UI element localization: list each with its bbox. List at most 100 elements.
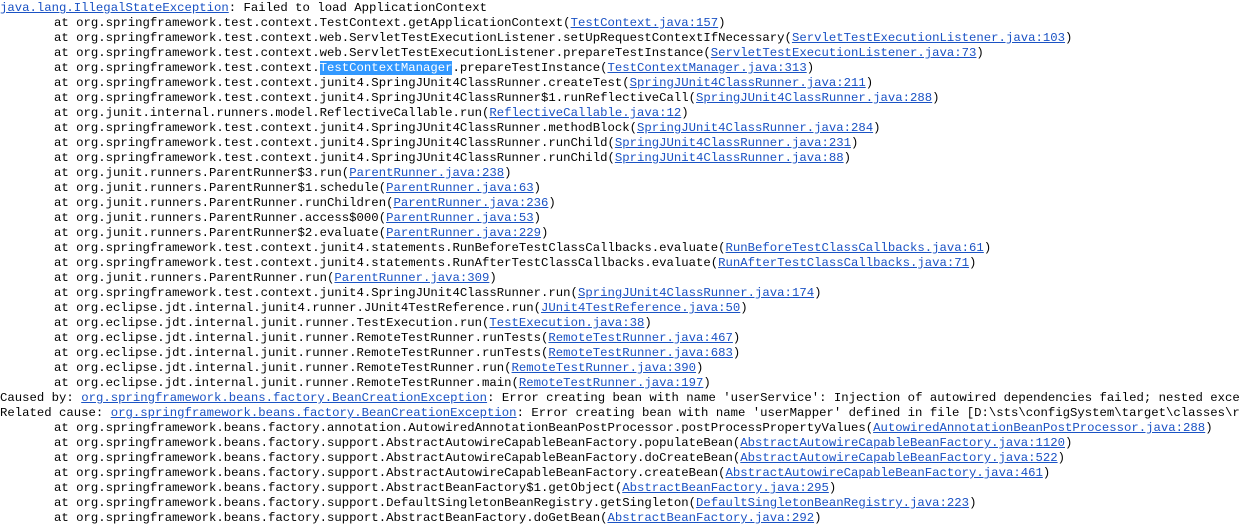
selected-text: TestContextManager [319,61,453,75]
source-link[interactable]: AbstractAutowireCapableBeanFactory.java:… [726,466,1043,480]
console-text: at org.eclipse.jdt.internal.junit.runner… [54,331,549,345]
console-text: ) [873,121,881,135]
source-link[interactable]: ServletTestExecutionListener.java:103 [792,31,1065,45]
console-line: at org.junit.runners.ParentRunner$2.eval… [0,226,1240,241]
console-text: at org.springframework.beans.factory.sup… [54,451,741,465]
source-link[interactable]: AbstractAutowireCapableBeanFactory.java:… [740,451,1057,465]
console-output[interactable]: java.lang.IllegalStateException: Failed … [0,1,1240,526]
source-link[interactable]: org.springframework.beans.factory.BeanCr… [111,406,517,420]
source-link[interactable]: ParentRunner.java:309 [334,271,489,285]
console-text: : Failed to load ApplicationContext [228,1,488,15]
console-line: java.lang.IllegalStateException: Failed … [0,1,1240,16]
console-line: at org.springframework.beans.factory.sup… [0,466,1240,481]
console-text: ) [806,61,815,75]
console-text: at org.junit.runners.ParentRunner.run( [54,271,335,285]
console-text: ) [814,286,822,300]
console-text: : Error creating bean with name 'userMap… [516,406,1240,420]
console-text: .prepareTestInstance( [452,61,608,75]
source-link[interactable]: AbstractAutowireCapableBeanFactory.java:… [740,436,1065,450]
console-text: at org.springframework.test.context.juni… [54,256,719,270]
console-text: ) [644,316,652,330]
console-text: at org.springframework.test.context.web.… [54,46,711,60]
console-text: at org.springframework.beans.factory.ann… [54,421,874,435]
console-line: at org.springframework.beans.factory.sup… [0,481,1240,496]
console-text: ) [976,46,984,60]
source-link[interactable]: RunAfterTestClassCallbacks.java:71 [718,256,969,270]
console-text: ) [533,211,542,225]
source-link[interactable]: TestContextManager.java:313 [607,61,806,75]
console-text: ) [489,271,497,285]
source-link[interactable]: SpringJUnit4ClassRunner.java:284 [637,121,873,135]
source-link[interactable]: TestExecution.java:38 [489,316,644,330]
source-link[interactable]: DefaultSingletonBeanRegistry.java:223 [696,496,969,510]
console-text: ) [865,76,874,90]
console-line: at org.springframework.test.context.web.… [0,46,1240,61]
source-link[interactable]: ReflectiveCallable.java:12 [489,106,681,120]
source-link[interactable]: RunBeforeTestClassCallbacks.java:61 [726,241,984,255]
source-link[interactable]: ParentRunner.java:53 [386,211,534,225]
console-text: ) [504,166,512,180]
console-line: at org.springframework.test.context.Test… [0,61,1240,76]
console-text: ) [732,331,741,345]
console-line: at org.eclipse.jdt.internal.junit.runner… [0,316,1240,331]
source-link[interactable]: RemoteTestRunner.java:197 [519,376,703,390]
console-line: at org.eclipse.jdt.internal.junit.runner… [0,331,1240,346]
console-text: at org.springframework.test.context.juni… [54,151,615,165]
source-link[interactable]: SpringJUnit4ClassRunner.java:211 [630,76,866,90]
console-line: at org.eclipse.jdt.internal.junit.runner… [0,376,1240,391]
source-link[interactable]: ServletTestExecutionListener.java:73 [711,46,977,60]
console-text: ) [548,196,556,210]
source-link[interactable]: AutowiredAnnotationBeanPostProcessor.jav… [873,421,1205,435]
source-link[interactable]: SpringJUnit4ClassRunner.java:174 [578,286,814,300]
console-text: ) [932,91,940,105]
console-text: ) [696,361,704,375]
source-link[interactable]: org.springframework.beans.factory.BeanCr… [81,391,487,405]
console-line: at org.eclipse.jdt.internal.junit.runner… [0,361,1240,376]
source-link[interactable]: RemoteTestRunner.java:683 [548,346,732,360]
source-link[interactable]: RemoteTestRunner.java:467 [548,331,732,345]
source-link[interactable]: java.lang.IllegalStateException [0,1,229,15]
console-text: ) [1205,421,1213,435]
source-link[interactable]: ParentRunner.java:236 [393,196,548,210]
console-text: ) [732,346,741,360]
console-text: at org.junit.runners.ParentRunner.access… [54,211,387,225]
source-link[interactable]: ParentRunner.java:63 [386,181,534,195]
console-text: at org.springframework.test.context.juni… [54,241,726,255]
console-line: at org.junit.runners.ParentRunner.access… [0,211,1240,226]
console-text: ) [969,496,977,510]
console-line: at org.springframework.test.context.juni… [0,136,1240,151]
console-line: at org.junit.runners.ParentRunner.run(Pa… [0,271,1240,286]
console-line: at org.springframework.test.context.juni… [0,286,1240,301]
console-text: at org.junit.runners.ParentRunner$1.sche… [54,181,387,195]
console-text: at org.eclipse.jdt.internal.junit.runner… [54,376,519,390]
source-link[interactable]: JUnit4TestReference.java:50 [541,301,740,315]
source-link[interactable]: AbstractBeanFactory.java:295 [622,481,829,495]
console-text: ) [850,136,859,150]
console-text: Related cause: [0,406,111,420]
source-link[interactable]: SpringJUnit4ClassRunner.java:288 [696,91,932,105]
source-link[interactable]: RemoteTestRunner.java:390 [512,361,696,375]
console-text: at org.eclipse.jdt.internal.junit4.runne… [54,301,542,315]
console-line: at org.springframework.beans.factory.ann… [0,421,1240,436]
source-link[interactable]: AbstractBeanFactory.java:292 [607,511,814,525]
console-text: at org.springframework.test.context.juni… [54,76,630,90]
console-text: at org.springframework.beans.factory.sup… [54,511,608,525]
console-text: at org.springframework.test.context. [54,61,320,75]
console-line: at org.eclipse.jdt.internal.junit4.runne… [0,301,1240,316]
source-link[interactable]: SpringJUnit4ClassRunner.java:88 [615,151,844,165]
console-text: at org.springframework.test.context.juni… [54,91,697,105]
source-link[interactable]: TestContext.java:157 [571,16,719,30]
console-text: at org.springframework.test.context.juni… [54,136,615,150]
source-link[interactable]: ParentRunner.java:238 [349,166,504,180]
console-text: ) [703,376,711,390]
source-link[interactable]: ParentRunner.java:229 [386,226,541,240]
source-link[interactable]: SpringJUnit4ClassRunner.java:231 [615,136,851,150]
console-text: ) [1057,451,1065,465]
console-text: at org.eclipse.jdt.internal.junit.runner… [54,346,549,360]
console-text: ) [1042,466,1051,480]
console-text: at org.eclipse.jdt.internal.junit.runner… [54,361,512,375]
console-text: at org.eclipse.jdt.internal.junit.runner… [54,316,490,330]
console-text: ) [814,511,822,525]
console-text: : Error creating bean with name 'userSer… [487,391,1240,405]
console-line: at org.eclipse.jdt.internal.junit.runner… [0,346,1240,361]
